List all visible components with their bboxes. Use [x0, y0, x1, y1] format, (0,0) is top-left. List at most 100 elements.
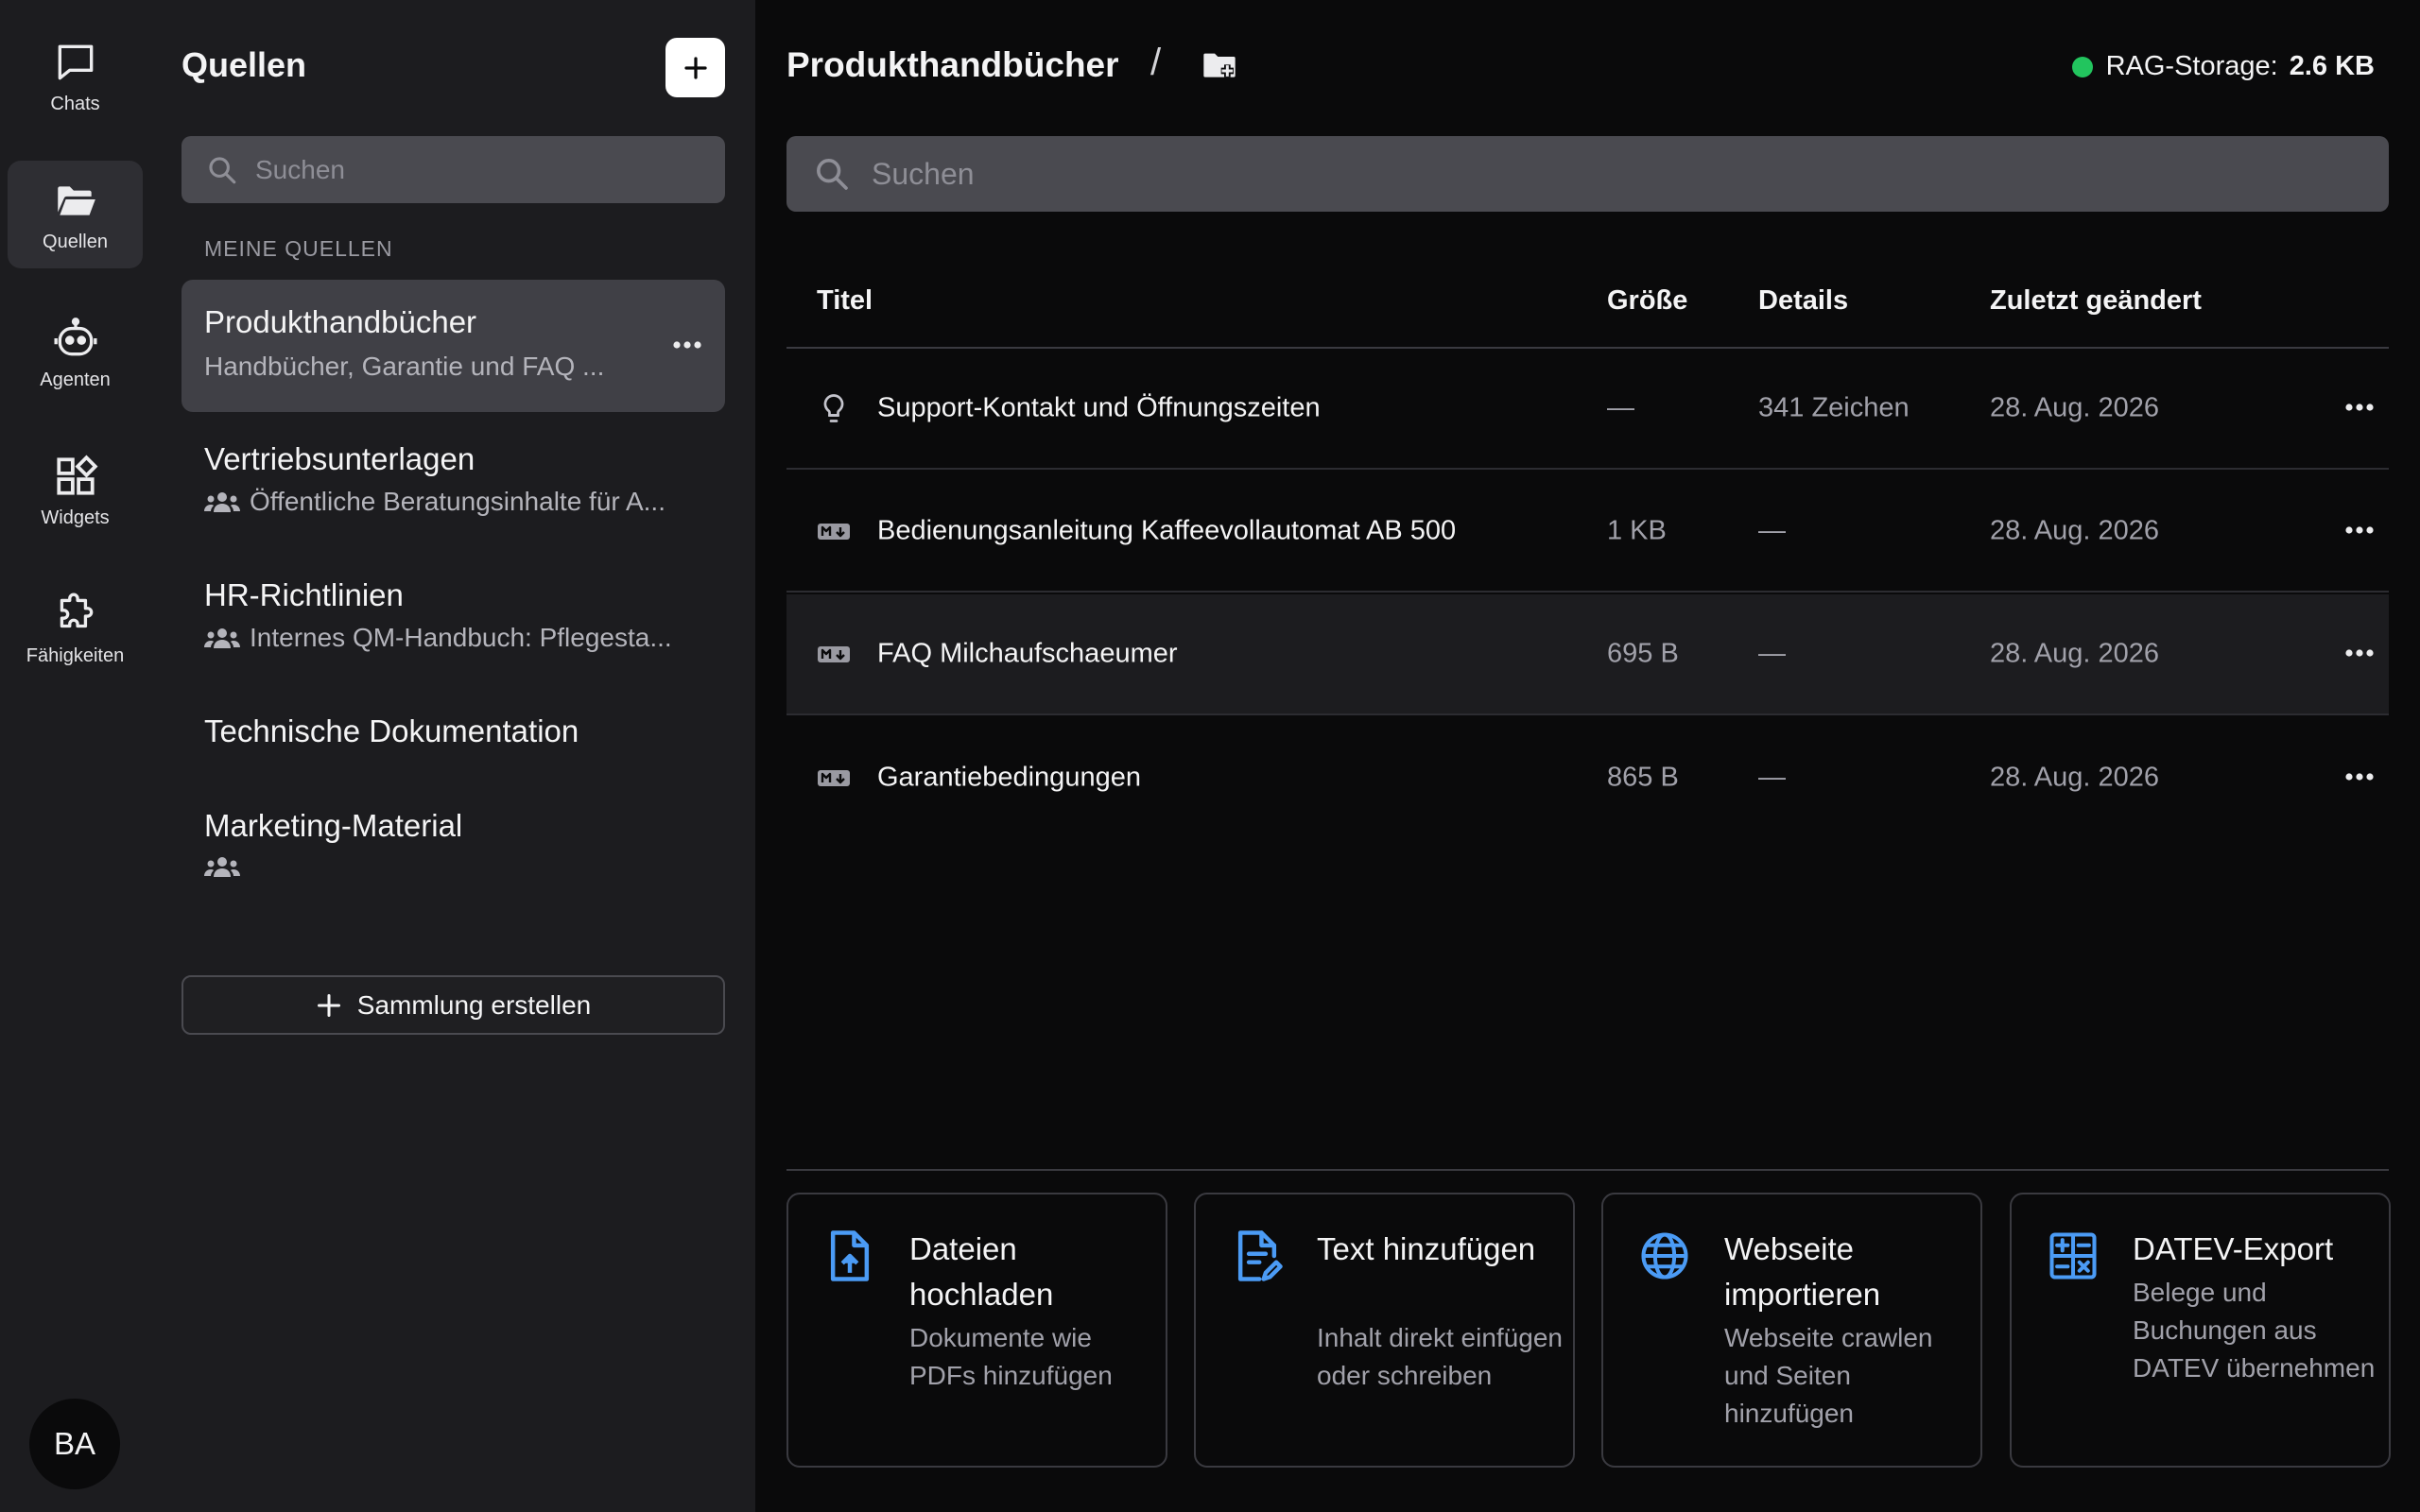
collection-subtitle-text: Handbücher, Garantie und FAQ ... — [204, 352, 605, 381]
markdown-icon — [818, 524, 850, 540]
row-modified: 28. Aug. 2026 — [1990, 638, 2159, 669]
row-size: 865 B — [1607, 762, 1679, 793]
widgets-icon — [56, 455, 97, 495]
add-source-button[interactable] — [666, 38, 725, 97]
chat-bubble-icon — [58, 44, 93, 79]
rail-item-faehigkeiten[interactable]: Fähigkeiten — [8, 575, 143, 682]
collection-item-hr-richtlinien[interactable]: HR-Richtlinien Internes QM-Handbuch: Pfl… — [182, 557, 725, 670]
row-size: 695 B — [1607, 638, 1679, 669]
row-details: — — [1758, 638, 1786, 669]
collection-subtitle: Internes QM-Handbuch: Pflegesta... — [204, 623, 672, 653]
more-dots-icon — [2345, 649, 2374, 657]
row-modified: 28. Aug. 2026 — [1990, 392, 2159, 423]
row-title: Support-Kontakt und Öffnungszeiten — [877, 392, 1321, 423]
collection-subtitle — [204, 853, 250, 880]
globe-icon — [1641, 1232, 1688, 1280]
card-description: Belege und Buchungen aus DATEV übernehme… — [2133, 1278, 2376, 1383]
card-description: Webseite crawlen und Seiten hinzufügen — [1724, 1323, 1933, 1428]
upload-files-card[interactable]: Dateien hochladen Dokumente wie PDFs hin… — [786, 1193, 1167, 1468]
collection-subtitle: Öffentliche Beratungsinhalte für A... — [204, 487, 666, 517]
row-more-button[interactable] — [2344, 523, 2375, 540]
breadcrumb-title: Produkthandbücher — [786, 45, 1119, 84]
card-title: Text hinzufügen — [1317, 1231, 1536, 1266]
breadcrumb-separator: / — [1150, 42, 1162, 83]
robot-icon — [54, 317, 96, 355]
users-icon — [204, 628, 240, 648]
main-content: Produkthandbücher / RAG-Storage: 2.6 KB … — [755, 0, 2420, 1512]
row-details: 341 Zeichen — [1758, 392, 1910, 423]
cards-divider — [786, 1169, 2389, 1171]
documents-search-input[interactable] — [872, 156, 2290, 192]
row-size: 1 KB — [1607, 515, 1667, 546]
lightbulb-icon — [823, 394, 844, 422]
table-row[interactable]: FAQ Milchaufschaeumer 695 B — 28. Aug. 2… — [786, 594, 2389, 715]
collection-title: Vertriebsunterlagen — [204, 441, 475, 476]
storage-value: 2.6 KB — [2289, 51, 2375, 81]
rail-label: Agenten — [40, 369, 111, 390]
column-header-modified[interactable]: Zuletzt geändert — [1990, 285, 2202, 317]
storage-label: RAG-Storage: — [2105, 51, 2278, 81]
create-collection-label: Sammlung erstellen — [356, 989, 592, 1020]
row-more-button[interactable] — [2344, 645, 2375, 662]
collection-more-button[interactable] — [672, 337, 702, 354]
column-header-title[interactable]: Titel — [817, 285, 873, 317]
avatar[interactable]: BA — [29, 1399, 120, 1489]
row-more-button[interactable] — [2344, 400, 2375, 417]
row-title: Bedienungsanleitung Kaffeevollautomat AB… — [877, 515, 1457, 546]
rail-label: Fähigkeiten — [26, 644, 125, 666]
plus-icon — [683, 56, 707, 79]
users-icon — [204, 492, 240, 512]
row-modified: 28. Aug. 2026 — [1990, 515, 2159, 546]
datev-export-card[interactable]: DATEV-Export Belege und Buchungen aus DA… — [2010, 1193, 2391, 1468]
card-title: Webseite importieren — [1724, 1231, 1881, 1312]
collection-item-produkthandbuecher[interactable]: Produkthandbücher Handbücher, Garantie u… — [182, 280, 725, 412]
status-dot — [2071, 56, 2093, 77]
sources-panel: Quellen MEINE QUELLEN Produkthandbücher … — [150, 0, 755, 1512]
column-header-size[interactable]: Größe — [1607, 285, 1687, 317]
documents-search — [786, 136, 2389, 212]
collection-subtitle-text: Öffentliche Beratungsinhalte für A... — [250, 487, 666, 516]
markdown-icon — [818, 646, 850, 662]
rail-label: Quellen — [43, 231, 108, 252]
collection-subtitle: Handbücher, Garantie und FAQ ... — [204, 352, 604, 382]
rail-item-widgets[interactable]: Widgets — [8, 437, 143, 544]
collection-subtitle-text: Internes QM-Handbuch: Pflegesta... — [250, 623, 672, 652]
sources-search-input[interactable] — [255, 154, 700, 185]
table-row[interactable]: Support-Kontakt und Öffnungszeiten — 341… — [786, 349, 2389, 470]
collection-title: Technische Dokumentation — [204, 713, 579, 748]
import-website-card[interactable]: Webseite importieren Webseite crawlen un… — [1601, 1193, 1982, 1468]
row-modified: 28. Aug. 2026 — [1990, 762, 2159, 793]
search-icon — [817, 159, 848, 190]
row-more-button[interactable] — [2344, 769, 2375, 786]
rail-item-chats[interactable]: Chats — [8, 23, 143, 130]
sources-search — [182, 136, 725, 203]
add-text-card[interactable]: Text hinzufügen Inhalt direkt einfügen o… — [1194, 1193, 1575, 1468]
create-collection-button[interactable]: Sammlung erstellen — [182, 975, 725, 1035]
row-size: — — [1607, 392, 1634, 423]
search-icon — [209, 156, 236, 183]
card-title: Dateien hochladen — [909, 1231, 1054, 1312]
rail-label: Widgets — [41, 507, 110, 528]
table-row[interactable]: Garantiebedingungen 865 B — 28. Aug. 202… — [786, 717, 2389, 838]
calculator-icon — [2049, 1232, 2097, 1280]
sources-title: Quellen — [182, 45, 307, 84]
card-description: Inhalt direkt einfügen oder schreiben — [1317, 1323, 1563, 1390]
row-details: — — [1758, 762, 1786, 793]
table-row[interactable]: Bedienungsanleitung Kaffeevollautomat AB… — [786, 472, 2389, 593]
more-dots-icon — [2345, 526, 2374, 534]
card-description: Dokumente wie PDFs hinzufügen — [909, 1323, 1113, 1390]
column-header-details[interactable]: Details — [1758, 285, 1848, 317]
collection-item-vertriebsunterlagen[interactable]: Vertriebsunterlagen Öffentliche Beratung… — [182, 421, 725, 534]
rag-storage-indicator: RAG-Storage: 2.6 KB — [2071, 51, 2375, 82]
collection-title: HR-Richtlinien — [204, 577, 404, 612]
collection-item-technische-dokumentation[interactable]: Technische Dokumentation — [182, 693, 725, 778]
row-details: — — [1758, 515, 1786, 546]
rail-item-agenten[interactable]: Agenten — [8, 299, 143, 406]
folder-add-icon[interactable] — [1201, 47, 1238, 85]
file-edit-icon — [1237, 1230, 1283, 1281]
collection-item-marketing-material[interactable]: Marketing-Material — [182, 787, 725, 901]
more-dots-icon — [673, 341, 701, 349]
rail-item-quellen[interactable]: Quellen — [8, 161, 143, 268]
collection-title: Marketing-Material — [204, 808, 463, 843]
markdown-icon — [818, 770, 850, 786]
